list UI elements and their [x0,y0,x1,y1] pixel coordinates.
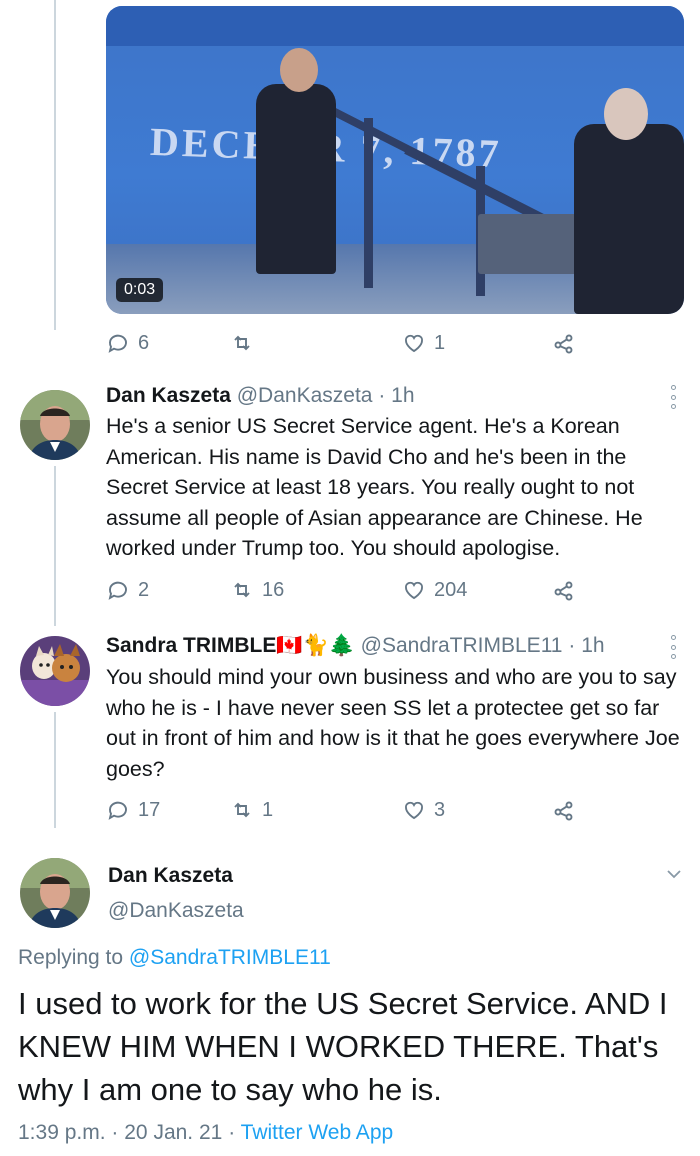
author-handle[interactable]: @DanKaszeta [108,899,244,923]
retweet-count: 1 [262,798,274,821]
like-button[interactable]: 3 [402,798,445,822]
retweet-icon [234,582,250,598]
avatar[interactable] [20,858,90,928]
video-duration: 0:03 [116,278,164,302]
like-count: 204 [434,578,468,601]
author-name[interactable]: Dan Kaszeta [108,864,233,888]
reply-button[interactable]: 17 [106,798,160,822]
tweet-header: Dan Kaszeta @DanKaszeta · 1h [106,384,415,408]
retweet-count: 16 [262,578,285,601]
tweet-time[interactable]: 1h [391,384,414,407]
share-button[interactable] [552,578,576,602]
reply-count: 2 [138,578,150,601]
reply-button[interactable]: 6 [106,331,149,355]
reply-icon [108,334,127,353]
retweet-button[interactable]: 16 [230,578,284,602]
separator-dot: · [228,1121,236,1144]
replying-prefix: Replying to [18,946,124,969]
video-backdrop [106,6,684,46]
focus-tweet-text: I used to work for the US Secret Service… [18,986,668,1107]
like-count: 1 [434,331,446,354]
thread-line [54,466,56,626]
avatar[interactable] [20,390,90,460]
retweet-button[interactable] [230,331,262,355]
thread-line [54,712,56,828]
share-icon [554,334,573,354]
separator-dot: · [378,384,386,407]
tweet-time[interactable]: 1h [581,634,604,657]
video-person-left-head [280,48,318,92]
video-person-left [256,84,336,274]
retweet-icon [234,335,250,351]
like-button[interactable]: 204 [402,578,467,602]
author-handle[interactable]: @SandraTRIMBLE11 [361,634,563,657]
separator-dot: · [568,634,576,657]
like-icon [405,801,423,820]
reply-icon [108,581,127,600]
avatar[interactable] [20,636,90,706]
share-icon [554,581,573,601]
like-button[interactable]: 1 [402,331,445,355]
reply-count: 17 [138,798,161,821]
tweet-actions: 6 1 [106,328,576,358]
more-icon[interactable] [666,635,680,659]
thread-line [54,0,56,330]
tweet-actions: 17 1 3 [106,795,576,825]
tweet-text: You should mind your own business and wh… [106,665,680,781]
video-player[interactable]: DECE ER 7, 1787 0:03 [106,6,684,314]
like-icon [405,581,423,600]
retweet-button[interactable]: 1 [230,798,273,822]
chevron-down-icon[interactable] [666,866,682,882]
like-count: 3 [434,798,446,821]
tweet-actions: 2 16 204 [106,575,576,605]
like-icon [405,334,423,353]
share-button[interactable] [552,798,576,822]
tweet-time[interactable]: 1:39 p.m. [18,1121,106,1144]
reply-button[interactable]: 2 [106,578,149,602]
tweet-timestamp: 1:39 p.m. · 20 Jan. 21 · Twitter Web App [18,1121,393,1145]
video-person-right [574,124,684,314]
video-person-right-head [604,88,648,140]
tweet-client[interactable]: Twitter Web App [241,1121,394,1144]
share-button[interactable] [552,331,576,355]
more-icon[interactable] [666,385,680,409]
tweet-header: Sandra TRIMBLE🇨🇦🐈🌲 @SandraTRIMBLE11 · 1h [106,634,605,658]
reply-icon [108,801,127,820]
separator-dot: · [111,1121,119,1144]
author-handle[interactable]: @DanKaszeta [237,384,373,407]
retweet-icon [234,802,250,818]
tweet-date[interactable]: 20 Jan. 21 [124,1121,222,1144]
author-name[interactable]: Dan Kaszeta [106,384,231,407]
author-name[interactable]: Sandra TRIMBLE🇨🇦🐈🌲 [106,634,355,657]
replying-to-link[interactable]: @SandraTRIMBLE11 [129,946,331,969]
reply-count: 6 [138,331,150,354]
share-icon [554,801,573,821]
replying-to: Replying to @SandraTRIMBLE11 [18,946,331,970]
tweet-text: He's a senior US Secret Service agent. H… [106,414,643,560]
video-railing-post [364,118,373,288]
